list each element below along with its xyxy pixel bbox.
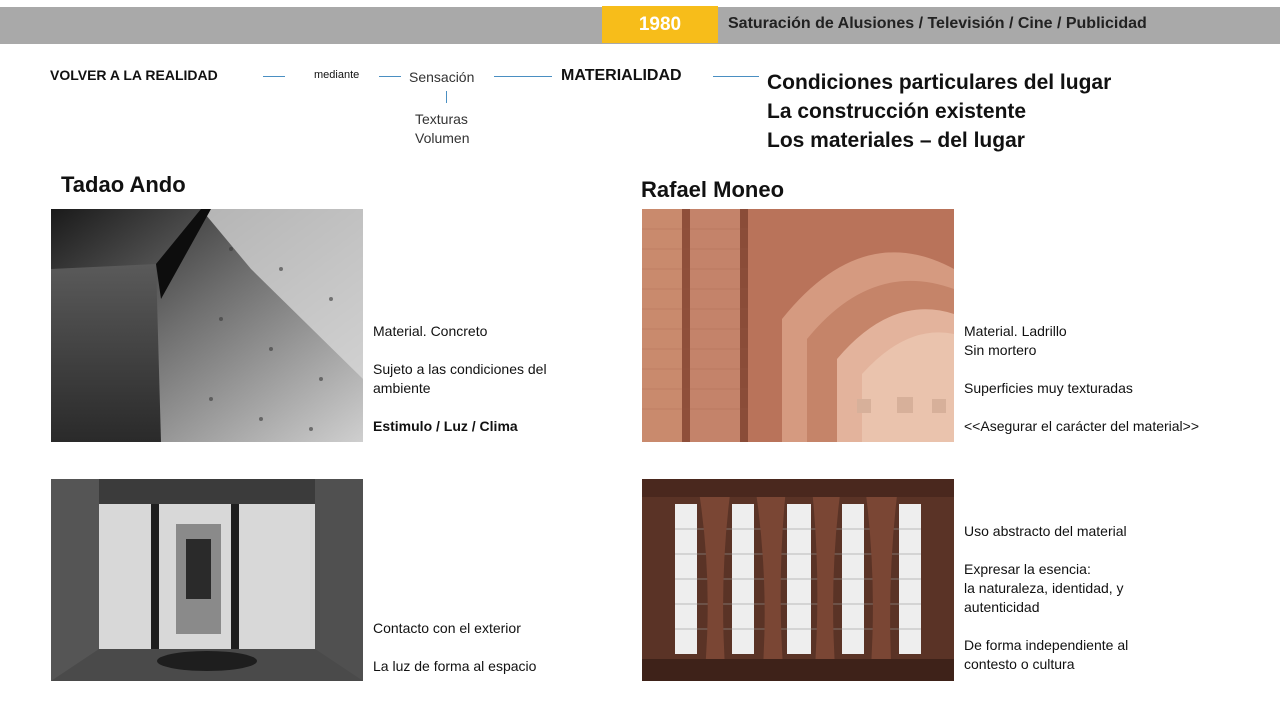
caption-line: Contacto con el exterior xyxy=(373,620,521,636)
connector-line xyxy=(263,76,285,77)
caption-quote: <<Asegurar el carácter del material>> xyxy=(964,418,1200,434)
ando-caption-1: Material. Concreto Sujeto a las condicio… xyxy=(373,322,593,436)
connector-line xyxy=(379,76,401,77)
header-title: Saturación de Alusiones / Televisión / C… xyxy=(728,15,1147,32)
moneo-section-title: Rafael Moneo xyxy=(641,177,785,202)
caption-line: Material. Ladrillo xyxy=(964,323,1067,339)
caption-line: Sujeto a las condiciones del xyxy=(373,361,547,377)
ando-concrete-photo xyxy=(51,209,363,442)
flow-volver-label: VOLVER A LA REALIDAD xyxy=(50,67,218,83)
moneo-caption-2: Uso abstracto del material Expresar la e… xyxy=(964,522,1224,674)
condition-item: Los materiales – del lugar xyxy=(767,129,1025,152)
flow-sub-labels: Texturas Volumen xyxy=(415,110,469,148)
connector-line xyxy=(494,76,552,77)
flow-sensacion-label: Sensación xyxy=(409,69,475,85)
caption-line: Sin mortero xyxy=(964,342,1037,358)
ando-interior-photo xyxy=(51,479,363,681)
caption-line: Material. Concreto xyxy=(373,323,488,339)
connector-line-vertical xyxy=(446,91,447,103)
condition-item: La construcción existente xyxy=(767,100,1027,123)
ando-caption-2: Contacto con el exterior La luz de forma… xyxy=(373,619,593,676)
moneo-brick-arches-photo xyxy=(642,209,954,442)
caption-line: ambiente xyxy=(373,380,431,396)
flow-mediante-label: mediante xyxy=(314,69,360,81)
ando-section-title: Tadao Ando xyxy=(61,172,186,197)
flow-materialidad-label: MATERIALIDAD xyxy=(561,67,682,84)
condition-item: Condiciones particulares del lugar xyxy=(767,71,1112,94)
moneo-skylight-ceiling-photo xyxy=(642,479,954,681)
caption-line: Superficies muy texturadas xyxy=(964,380,1133,396)
caption-line: la naturaleza, identidad, y xyxy=(964,580,1124,596)
connector-line xyxy=(713,76,759,77)
caption-line: De forma independiente al xyxy=(964,637,1129,653)
caption-emphasis: Estimulo / Luz / Clima xyxy=(373,418,518,434)
caption-line: La luz de forma al espacio xyxy=(373,658,537,674)
caption-line: Uso abstracto del material xyxy=(964,523,1127,539)
year-badge: 1980 xyxy=(602,6,718,43)
caption-line: Expresar la esencia: xyxy=(964,561,1091,577)
flow-texturas-label: Texturas xyxy=(415,111,468,127)
conditions-list: Condiciones particulares del lugar La co… xyxy=(767,68,1111,155)
flow-volumen-label: Volumen xyxy=(415,130,470,146)
caption-line: contesto o cultura xyxy=(964,656,1075,672)
moneo-caption-1: Material. Ladrillo Sin mortero Superfici… xyxy=(964,322,1264,436)
caption-line: autenticidad xyxy=(964,599,1040,615)
